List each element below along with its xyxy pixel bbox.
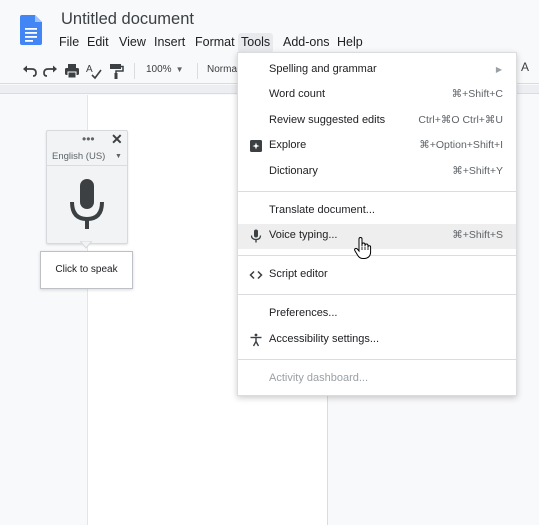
menu-item-script-editor[interactable]: Script editor <box>238 263 516 288</box>
menu-file[interactable]: File <box>56 33 82 53</box>
menu-divider <box>238 294 516 295</box>
tools-menu: Spelling and grammar ▶ Word count ⌘+Shif… <box>237 52 517 396</box>
accessibility-icon <box>250 333 262 347</box>
style-select[interactable]: Normal <box>207 64 239 75</box>
zoom-value: 100% <box>146 64 172 75</box>
menu-item-label: Translate document... <box>269 204 375 216</box>
menu-item-explore[interactable]: Explore ⌘+Option+Shift+I <box>238 134 516 159</box>
zoom-select[interactable]: 100% ▼ <box>146 64 184 75</box>
hand-cursor-icon <box>354 236 372 259</box>
text-color-button[interactable]: A <box>521 60 529 74</box>
shortcut-label: ⌘+Shift+Y <box>452 165 503 177</box>
more-options-icon[interactable]: ••• <box>82 132 95 146</box>
chevron-down-icon: ▼ <box>115 153 122 160</box>
menu-add-ons[interactable]: Add-ons <box>280 33 333 53</box>
print-icon[interactable] <box>62 61 82 81</box>
menu-item-label: Script editor <box>269 268 328 280</box>
menu-item-review-suggested-edits[interactable]: Review suggested edits Ctrl+⌘O Ctrl+⌘U <box>238 109 516 134</box>
spellcheck-icon[interactable]: A <box>83 61 103 81</box>
menu-item-dictionary[interactable]: Dictionary ⌘+Shift+Y <box>238 160 516 185</box>
style-value: Normal <box>207 64 240 75</box>
menu-item-preferences[interactable]: Preferences... <box>238 302 516 327</box>
menu-item-spelling-and-grammar[interactable]: Spelling and grammar ▶ <box>238 58 516 83</box>
menu-edit[interactable]: Edit <box>84 33 112 53</box>
menu-item-accessibility-settings[interactable]: Accessibility settings... <box>238 328 516 353</box>
docs-file-icon[interactable] <box>20 15 42 45</box>
shortcut-label: Ctrl+⌘O Ctrl+⌘U <box>418 114 503 126</box>
shortcut-label: ⌘+Option+Shift+I <box>419 139 503 151</box>
menu-item-label: Spelling and grammar <box>269 63 377 75</box>
shortcut-label: ⌘+Shift+C <box>451 88 503 100</box>
menu-item-label: Dictionary <box>269 165 318 177</box>
shortcut-label: ⌘+Shift+S <box>452 229 503 241</box>
close-icon[interactable]: ✕ <box>111 131 123 148</box>
menu-item-word-count[interactable]: Word count ⌘+Shift+C <box>238 83 516 108</box>
menu-view[interactable]: View <box>116 33 149 53</box>
voice-typing-widget: ••• ✕ English (US) ▼ <box>46 130 128 244</box>
toolbar-divider <box>197 63 198 79</box>
explore-icon <box>250 140 262 152</box>
menu-item-label: Explore <box>269 139 307 151</box>
menu-item-voice-typing[interactable]: Voice typing... ⌘+Shift+S <box>238 224 516 249</box>
menu-item-translate-document[interactable]: Translate document... <box>238 199 516 224</box>
widget-divider <box>47 165 127 166</box>
menu-insert[interactable]: Insert <box>151 33 188 53</box>
svg-text:A: A <box>86 64 93 75</box>
menu-tools[interactable]: Tools <box>238 33 274 53</box>
menu-item-label: Word count <box>269 88 326 100</box>
menu-item-label: Accessibility settings... <box>269 333 380 345</box>
menu-format[interactable]: Format <box>192 33 238 53</box>
document-title[interactable]: Untitled document <box>61 10 194 29</box>
redo-icon[interactable] <box>40 61 60 81</box>
code-icon <box>249 270 263 280</box>
undo-icon[interactable] <box>20 61 40 81</box>
toolbar-divider <box>134 63 135 79</box>
menu-divider <box>238 359 516 360</box>
menu-item-label: Voice typing... <box>269 229 338 241</box>
menu-divider <box>238 191 516 192</box>
menu-item-label: Review suggested edits <box>269 114 386 126</box>
paint-format-icon[interactable] <box>106 61 126 81</box>
submenu-arrow-icon: ▶ <box>495 65 502 74</box>
microphone-icon[interactable] <box>68 177 106 233</box>
menu-item-label: Preferences... <box>269 307 338 319</box>
microphone-icon <box>250 229 262 243</box>
menu-divider <box>238 255 516 256</box>
menu-help[interactable]: Help <box>334 33 366 53</box>
click-to-speak-tooltip: Click to speak <box>40 251 133 289</box>
menu-item-activity-dashboard: Activity dashboard... <box>238 367 516 392</box>
menu-item-label: Activity dashboard... <box>269 372 369 384</box>
chevron-down-icon: ▼ <box>175 65 184 74</box>
language-select[interactable]: English (US) <box>52 151 105 162</box>
